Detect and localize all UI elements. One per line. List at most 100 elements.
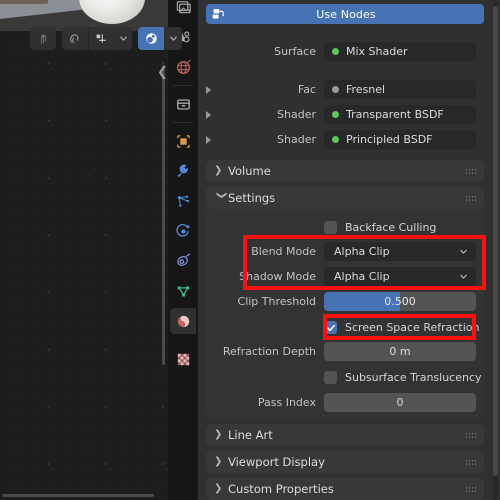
refraction-depth-field[interactable]: 0 m [324, 342, 476, 361]
shadow-mode-value: Alpha Clip [334, 270, 390, 283]
mesh-triangle-icon [177, 285, 189, 297]
sidebar-item-material[interactable] [170, 308, 196, 334]
chevron-down-icon [169, 36, 177, 41]
backface-culling-row: Backface Culling [206, 218, 484, 237]
checker-texture-icon [177, 353, 189, 365]
chevron-right-icon: ❯ [214, 165, 223, 176]
panel-header-line-art[interactable]: ❯ Line Art [206, 424, 484, 446]
panel-header-volume[interactable]: ❯ Volume [206, 160, 484, 182]
shader2-input-field[interactable]: Principled BSDF [324, 130, 476, 149]
use-nodes-label: Use Nodes [316, 7, 376, 21]
blend-mode-label: Blend Mode [251, 245, 316, 258]
refraction-depth-value: 0 m [389, 345, 411, 358]
shadow-mode-dropdown[interactable]: Alpha Clip [324, 267, 476, 286]
panel-title-settings: Settings [228, 191, 276, 205]
backface-culling-checkbox[interactable] [324, 221, 337, 234]
clip-threshold-slider[interactable]: 0.500 [324, 292, 476, 311]
sidebar-item-physics[interactable] [170, 218, 196, 244]
screen-space-refraction-checkbox[interactable] [324, 321, 337, 334]
check-icon [326, 324, 335, 331]
sidebar-item-world[interactable] [170, 54, 196, 80]
chevron-right-icon: ❯ [214, 429, 223, 440]
sidebar-item-modifiers[interactable] [170, 158, 196, 184]
shader1-label: Shader [277, 108, 316, 121]
socket-dot-green [332, 111, 339, 118]
subsurface-translucency-label: Subsurface Translucency [345, 371, 482, 384]
physics-orbit-icon [175, 223, 190, 237]
shader-node-editor[interactable] [0, 31, 168, 500]
sidebar-item-particles[interactable] [170, 188, 196, 214]
images-icon [176, 0, 191, 13]
panel-header-viewport-display[interactable]: ❯ Viewport Display [206, 451, 484, 473]
node-editor-vertical-scrollbar[interactable] [162, 65, 165, 365]
use-nodes-button[interactable]: Use Nodes [206, 4, 484, 24]
chevron-down-icon: ❯ [216, 191, 227, 200]
shader2-expand-arrow[interactable] [206, 135, 220, 144]
wrench-icon [176, 164, 188, 177]
magnet-icon [69, 33, 79, 43]
sidebar-item-constraints[interactable] [170, 248, 196, 274]
tab-divider [173, 85, 193, 86]
clip-threshold-label: Clip Threshold [237, 295, 316, 308]
surface-shader-value: Mix Shader [346, 45, 408, 58]
world-globe-icon [176, 59, 191, 74]
viewport-sphere-object [79, 0, 145, 24]
shader1-input-field[interactable]: Transparent BSDF [324, 105, 476, 124]
panel-header-custom-properties[interactable]: ❯ Custom Properties [206, 478, 484, 500]
tab-divider [173, 122, 193, 123]
snap-target-button[interactable] [88, 27, 114, 50]
shader1-expand-arrow[interactable] [206, 110, 220, 119]
node-tree-icon-wrap [206, 7, 230, 22]
blend-mode-dropdown[interactable]: Alpha Clip [324, 242, 476, 261]
properties-scrollbar-thumb[interactable] [493, 6, 498, 476]
fac-row: Fac Fresnel [206, 80, 484, 99]
proportional-editing-toggle-button[interactable] [138, 27, 164, 50]
panel-grip-dots[interactable] [465, 167, 476, 175]
sidebar-item-collection[interactable] [170, 91, 196, 117]
falloff-options-dropdown[interactable] [164, 27, 182, 50]
snap-parent-button[interactable] [30, 27, 56, 50]
panel-grip-dots[interactable] [465, 485, 476, 493]
shader2-label: Shader [277, 133, 316, 146]
shadow-mode-label: Shadow Mode [239, 270, 316, 283]
box-collection-icon [176, 98, 190, 110]
surface-row: Surface Mix Shader [206, 42, 484, 61]
panel-header-settings[interactable]: ❯ Settings [206, 187, 484, 209]
subsurface-translucency-checkbox[interactable] [324, 371, 337, 384]
blend-mode-row: Blend Mode Alpha Clip [206, 242, 484, 261]
fac-input-field[interactable]: Fresnel [324, 80, 476, 99]
triangle-right-icon [206, 85, 211, 94]
chevron-down-icon [119, 36, 127, 41]
sidebar-item-object-data[interactable] [170, 278, 196, 304]
fac-expand-arrow[interactable] [206, 85, 220, 94]
sidebar-item-view-layer[interactable] [170, 0, 196, 20]
surface-shader-field[interactable]: Mix Shader [324, 42, 476, 61]
sidebar-item-object[interactable] [170, 128, 196, 154]
panel-grip-dots[interactable] [465, 458, 476, 466]
socket-dot-green [332, 48, 339, 55]
sidebar-collapse-chevron-left-icon[interactable]: ❮ [157, 66, 168, 79]
surface-label: Surface [274, 45, 316, 58]
pass-index-field[interactable]: 0 [324, 393, 476, 412]
node-editor-horizontal-scrollbar[interactable] [2, 494, 154, 497]
sidebar-item-texture[interactable] [170, 346, 196, 372]
shader-row-principled: Shader Principled BSDF [206, 130, 484, 149]
pass-index-label: Pass Index [257, 396, 316, 409]
socket-dot-green [332, 136, 339, 143]
panel-grip-dots[interactable] [465, 431, 476, 439]
fac-label: Fac [297, 83, 316, 96]
magnet-snap-toggle-button[interactable] [62, 27, 88, 50]
shader-row-transparent: Shader Transparent BSDF [206, 105, 484, 124]
refraction-depth-label: Refraction Depth [222, 345, 316, 358]
snap-options-dropdown[interactable] [114, 27, 132, 50]
socket-dot-gray [332, 86, 339, 93]
chevron-right-icon: ❯ [214, 483, 223, 494]
shadow-mode-row: Shadow Mode Alpha Clip [206, 267, 484, 286]
panel-title-viewport-display: Viewport Display [228, 455, 325, 469]
panel-title-volume: Volume [228, 164, 271, 178]
triangle-right-icon [206, 110, 211, 119]
chevron-down-icon [459, 267, 468, 286]
clip-threshold-value: 0.500 [384, 295, 416, 308]
panel-grip-dots[interactable] [465, 194, 476, 202]
viewport-object-brown [0, 0, 48, 4]
